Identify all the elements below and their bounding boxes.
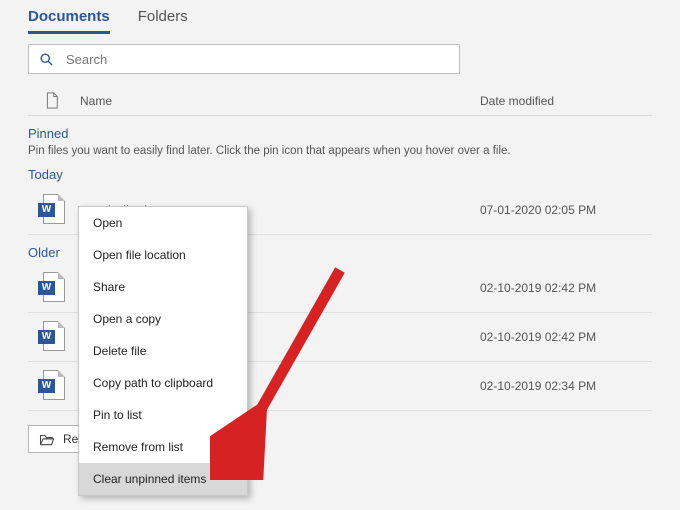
file-date: 02-10-2019 02:42 PM <box>480 330 652 344</box>
section-today-title: Today <box>28 167 652 182</box>
word-file-icon: W <box>28 194 76 226</box>
search-box[interactable] <box>28 44 460 74</box>
ctx-share[interactable]: Share <box>79 271 247 303</box>
tab-documents[interactable]: Documents <box>28 4 110 34</box>
section-pinned-title: Pinned <box>28 126 652 141</box>
context-menu: Open Open file location Share Open a cop… <box>78 206 248 496</box>
word-file-icon: W <box>28 370 76 402</box>
folder-open-icon <box>39 433 55 446</box>
ctx-open[interactable]: Open <box>79 207 247 239</box>
column-name[interactable]: Name <box>76 94 480 108</box>
section-pinned-hint: Pin files you want to easily find later.… <box>28 145 652 157</box>
word-file-icon: W <box>28 272 76 304</box>
search-input[interactable] <box>64 51 449 68</box>
file-date: 02-10-2019 02:42 PM <box>480 281 652 295</box>
ctx-open-file-location[interactable]: Open file location <box>79 239 247 271</box>
column-date[interactable]: Date modified <box>480 94 652 108</box>
ctx-open-a-copy[interactable]: Open a copy <box>79 303 247 335</box>
file-date: 02-10-2019 02:34 PM <box>480 379 652 393</box>
ctx-delete-file[interactable]: Delete file <box>79 335 247 367</box>
ctx-clear-unpinned[interactable]: Clear unpinned items <box>79 463 247 495</box>
search-icon <box>39 52 54 67</box>
tab-folders[interactable]: Folders <box>138 4 188 34</box>
file-icon <box>28 92 76 109</box>
file-date: 07-01-2020 02:05 PM <box>480 203 652 217</box>
word-file-icon: W <box>28 321 76 353</box>
ctx-remove-from-list[interactable]: Remove from list <box>79 431 247 463</box>
column-header: Name Date modified <box>28 88 652 116</box>
tabs: Documents Folders <box>28 0 652 34</box>
ctx-copy-path[interactable]: Copy path to clipboard <box>79 367 247 399</box>
ctx-pin-to-list[interactable]: Pin to list <box>79 399 247 431</box>
